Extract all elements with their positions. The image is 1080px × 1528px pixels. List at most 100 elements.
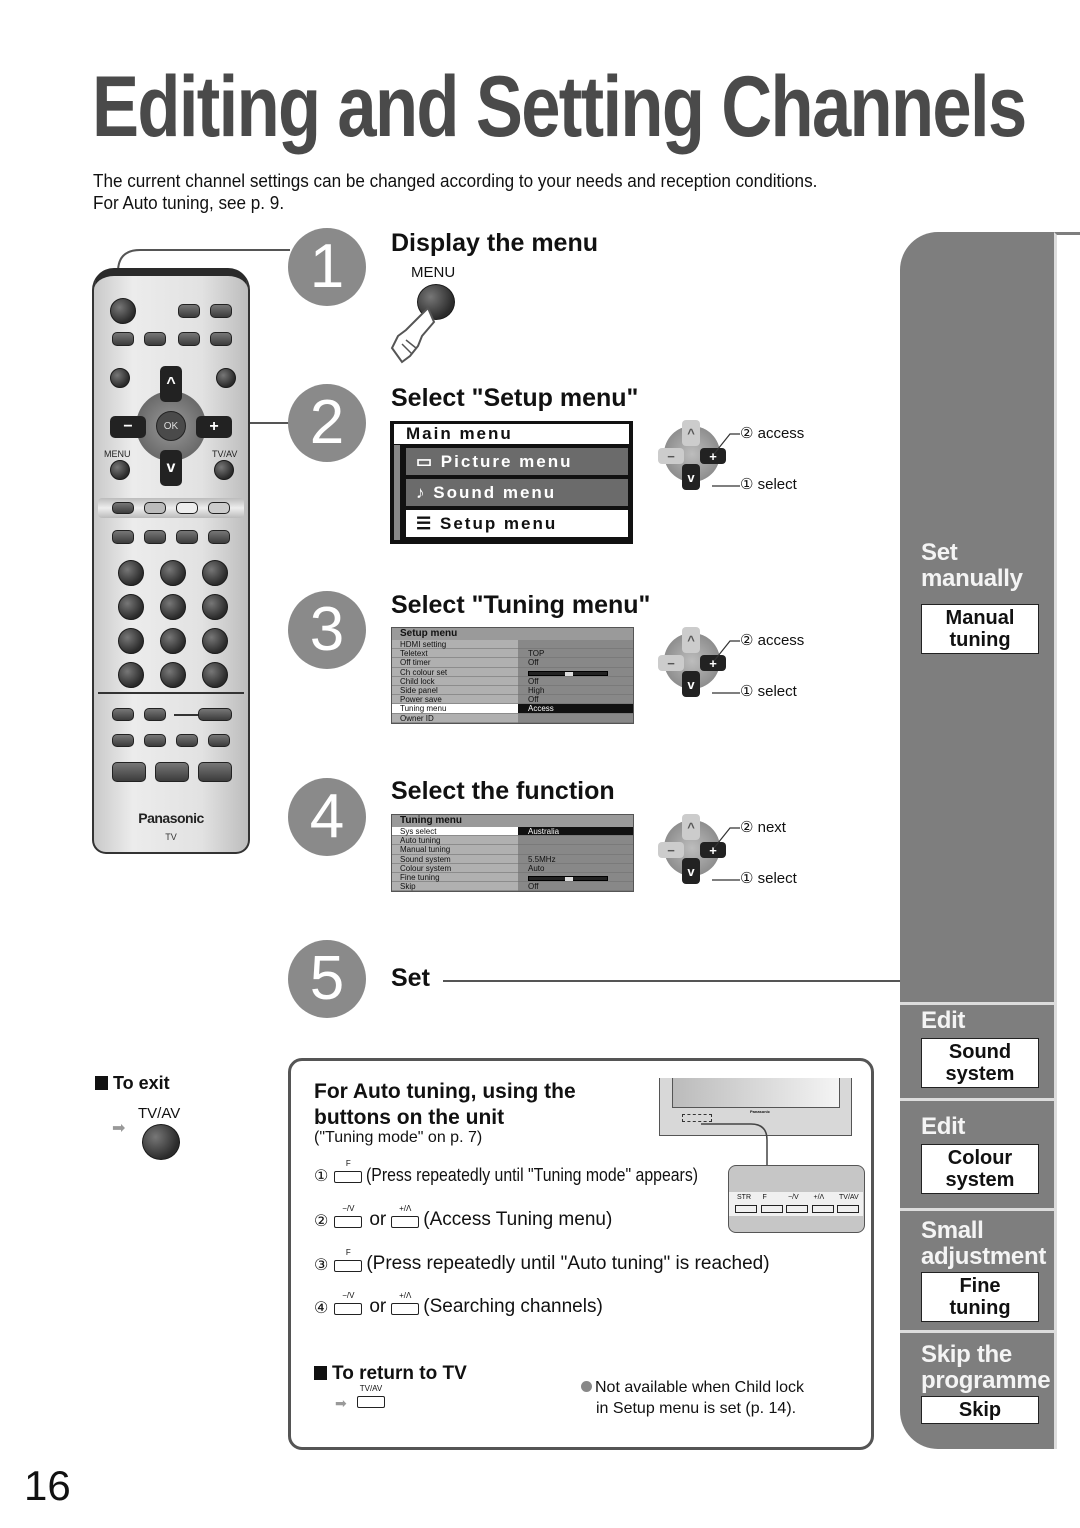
unit-key[interactable]: F — [334, 1248, 363, 1272]
to-exit-heading: To exit — [95, 1073, 170, 1094]
sidebar-tab-skip[interactable]: Skip — [921, 1396, 1039, 1424]
remote-tvav-button[interactable] — [214, 460, 234, 480]
sidebar-tab-colour[interactable]: Colour system — [921, 1144, 1039, 1194]
remote-number-button[interactable] — [160, 628, 186, 654]
remote-button[interactable] — [210, 304, 232, 318]
remote-button[interactable] — [144, 530, 166, 544]
tuning-menu-row-label: Skip — [392, 882, 518, 892]
remote-button[interactable] — [216, 368, 236, 388]
remote-number-button[interactable] — [202, 560, 228, 586]
main-menu-item-sound[interactable]: ♪ Sound menu — [406, 479, 628, 506]
remote-minus-button[interactable]: − — [110, 416, 146, 438]
sidebar-tab-sound[interactable]: Sound system — [921, 1038, 1039, 1088]
tuning-menu-row[interactable]: Fine tuning — [392, 872, 633, 883]
remote-button[interactable] — [176, 734, 198, 747]
remote-switch[interactable] — [198, 708, 232, 721]
remote-number-button[interactable] — [202, 594, 228, 620]
remote-button[interactable] — [112, 708, 134, 721]
panel-key[interactable] — [786, 1205, 808, 1213]
remote-number-button[interactable] — [118, 560, 144, 586]
remote-button[interactable] — [144, 708, 166, 721]
tuning-menu-row[interactable]: Manual tuning — [392, 845, 633, 855]
remote-green-button[interactable] — [144, 502, 166, 514]
sidebar-heading: Set manually — [921, 540, 1023, 592]
tuning-menu-row[interactable]: Skip Off — [392, 882, 633, 892]
setup-menu-row[interactable]: Teletext TOP — [392, 649, 633, 659]
remote-button[interactable] — [112, 530, 134, 544]
setup-menu-screen: Setup menu HDMI setting Teletext TOP Off ti… — [391, 627, 634, 724]
remote-number-button[interactable] — [160, 560, 186, 586]
pointing-hand-icon — [390, 306, 436, 364]
return-tvav-key[interactable]: TV/AV — [355, 1384, 389, 1416]
remote-button[interactable] — [112, 332, 134, 346]
tuning-menu-row[interactable]: Sound system 5.5MHz — [392, 854, 633, 864]
remote-button[interactable] — [112, 762, 146, 782]
setup-menu-row[interactable]: Power save Off — [392, 695, 633, 705]
tuning-menu-row[interactable]: Auto tuning — [392, 836, 633, 846]
remote-red-button[interactable] — [112, 502, 134, 514]
unit-key[interactable]: −/V — [334, 1204, 363, 1228]
setup-menu-row[interactable]: HDMI setting — [392, 640, 633, 650]
remote-number-button[interactable] — [202, 628, 228, 654]
remote-plus-button[interactable]: + — [196, 416, 232, 438]
tuning-menu-row[interactable]: Colour system Auto — [392, 863, 633, 873]
unit-key[interactable]: +/Λ — [391, 1291, 420, 1315]
auto-tuning-step: ④ −/V or +/Λ (Searching channels) — [314, 1291, 603, 1318]
menu-item-label: Picture menu — [440, 452, 573, 471]
setup-menu-row[interactable]: Side panel High — [392, 685, 633, 696]
setup-menu-row-value — [518, 713, 633, 723]
list-icon: ☰ — [416, 514, 434, 533]
remote-line — [174, 714, 198, 716]
remote-number-button[interactable] — [118, 662, 144, 688]
remote-button[interactable] — [210, 332, 232, 346]
remote-ok-button[interactable]: OK — [156, 411, 186, 441]
remote-button[interactable] — [176, 530, 198, 544]
remote-button[interactable] — [198, 762, 232, 782]
unit-key[interactable]: −/V — [334, 1291, 363, 1315]
remote-number-button[interactable] — [160, 662, 186, 688]
remote-number-button[interactable] — [160, 594, 186, 620]
callout-bottom: ① select — [740, 683, 797, 700]
remote-button[interactable] — [144, 332, 166, 346]
panel-key[interactable] — [811, 1205, 834, 1213]
remote-button[interactable] — [144, 734, 166, 747]
remote-button[interactable] — [178, 304, 200, 318]
main-menu-item-setup[interactable]: ☰ Setup menu — [406, 510, 628, 537]
sidebar-separator — [900, 1208, 1055, 1211]
setup-menu-row[interactable]: Child lock Off — [392, 676, 633, 686]
tvav-button[interactable] — [142, 1124, 180, 1160]
remote-button[interactable] — [112, 734, 134, 747]
tuning-menu-row[interactable]: Sys select Australia — [392, 827, 633, 837]
setup-menu-row[interactable]: Tuning menu Access — [392, 704, 633, 714]
setup-menu-row[interactable]: Ch colour set — [392, 667, 633, 677]
panel-key[interactable] — [760, 1205, 783, 1213]
remote-number-button[interactable] — [118, 628, 144, 654]
remote-menu-button[interactable] — [110, 460, 130, 480]
setup-menu-row-value: Off — [518, 676, 633, 686]
unit-key[interactable]: F — [334, 1159, 363, 1183]
sidebar-tab-fine[interactable]: Fine tuning — [921, 1272, 1039, 1322]
remote-number-button[interactable] — [118, 594, 144, 620]
remote-power-button[interactable] — [110, 298, 136, 324]
sidebar-tab-manual[interactable]: Manual tuning — [921, 604, 1039, 654]
main-menu-item-picture[interactable]: ▭ Picture menu — [406, 448, 628, 475]
remote-down-button[interactable]: v — [160, 450, 182, 486]
remote-button[interactable] — [110, 368, 130, 388]
setup-menu-row[interactable]: Owner ID — [392, 713, 633, 723]
remote-button[interactable] — [208, 530, 230, 544]
setup-menu-row-label: Teletext — [392, 649, 518, 659]
remote-button[interactable] — [208, 734, 230, 747]
panel-key[interactable] — [735, 1205, 757, 1213]
remote-button[interactable] — [155, 762, 189, 782]
remote-up-button[interactable]: ^ — [160, 366, 182, 402]
panel-key[interactable] — [837, 1205, 859, 1213]
picture-icon: ▭ — [416, 452, 435, 471]
remote-yellow-button[interactable] — [176, 502, 198, 514]
remote-button[interactable] — [178, 332, 200, 346]
set-connector-line — [443, 980, 903, 982]
setup-menu-row[interactable]: Off timer Off — [392, 658, 633, 668]
unit-key[interactable]: +/Λ — [391, 1204, 420, 1228]
remote-number-button[interactable] — [202, 662, 228, 688]
remote-blue-button[interactable] — [208, 502, 230, 514]
menu-button-label: MENU — [411, 264, 456, 281]
